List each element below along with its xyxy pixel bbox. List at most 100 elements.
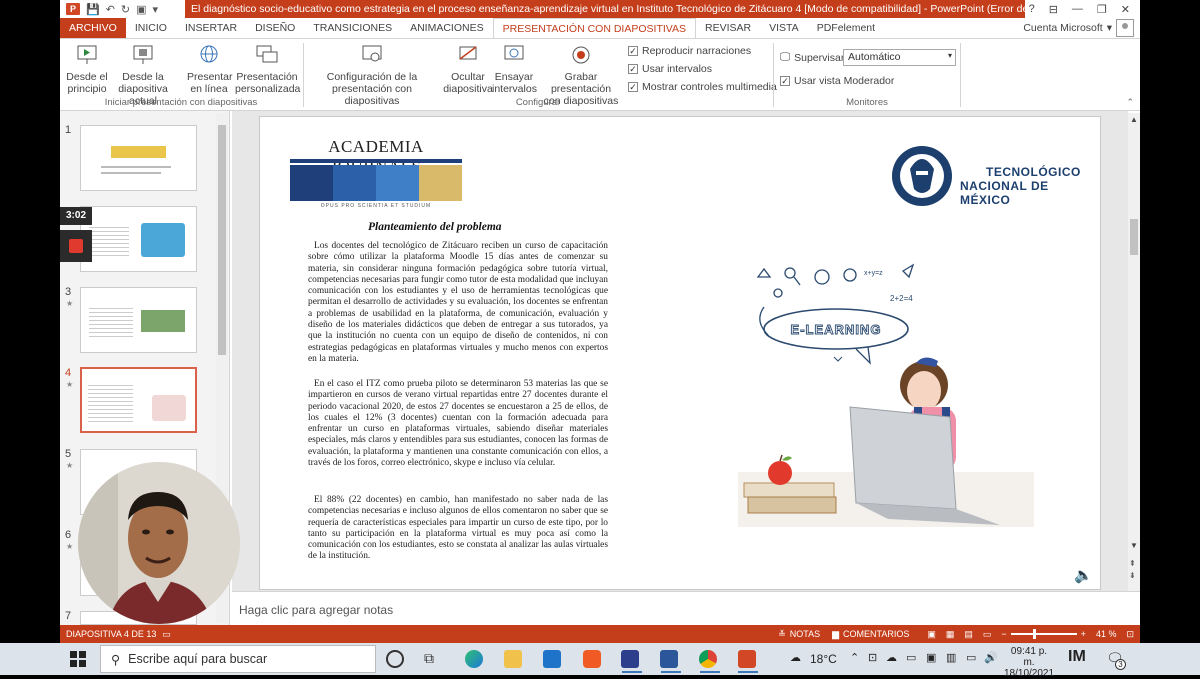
slideshow-current-icon — [131, 43, 155, 67]
zoom-level[interactable]: 41 % — [1096, 629, 1117, 639]
windows-start-icon[interactable] — [70, 651, 86, 667]
tab-revisar[interactable]: REVISAR — [696, 18, 760, 38]
tab-inicio[interactable]: INICIO — [126, 18, 176, 38]
tab-archivo[interactable]: ARCHIVO — [60, 18, 126, 38]
tab-transiciones[interactable]: TRANSICIONES — [304, 18, 401, 38]
battery-icon[interactable]: ▭ — [906, 651, 916, 664]
slide-thumbnail[interactable] — [80, 125, 197, 191]
cortana-icon[interactable] — [386, 650, 404, 668]
weather-icon[interactable]: ☁ — [790, 651, 801, 664]
zoom-in-icon[interactable]: + — [1081, 629, 1086, 639]
chrome-icon[interactable] — [699, 650, 717, 668]
hide-slide-button[interactable]: Ocultar diapositiva — [443, 43, 493, 95]
thumb-number: 4 — [65, 367, 72, 379]
window-title: El diagnóstico socio-educativo como estr… — [185, 0, 1025, 18]
tab-diseno[interactable]: DISEÑO — [246, 18, 304, 38]
group-label-monitors: Monitores — [846, 97, 888, 108]
onedrive-icon[interactable]: ☁ — [886, 651, 897, 664]
save-icon[interactable]: 💾 — [86, 3, 100, 16]
network-icon[interactable]: ▥ — [946, 651, 956, 664]
from-start-button[interactable]: Desde el principio — [62, 43, 112, 95]
zoom-slider[interactable] — [1010, 629, 1077, 639]
minimize-button[interactable]: — — [1072, 3, 1083, 16]
use-timings-checkbox[interactable]: ✓ Usar intervalos — [628, 63, 712, 75]
ime-icon[interactable]: IM — [1068, 648, 1086, 666]
account-label[interactable]: Cuenta Microsoft — [1023, 22, 1102, 34]
brave-icon[interactable] — [583, 650, 601, 668]
powerpoint-taskbar-icon[interactable] — [738, 650, 756, 668]
stop-icon — [69, 239, 83, 253]
slideshow-view-icon[interactable]: ▭ — [983, 629, 992, 640]
temperature[interactable]: 18°C — [810, 652, 837, 666]
tray-app-icon[interactable]: ⊡ — [868, 651, 877, 664]
taskbar-clock[interactable]: 09:41 p. m. 18/10/2021 — [1004, 646, 1054, 679]
ribbon-display-options-button[interactable]: ⊟ — [1049, 3, 1058, 16]
account-chevron-icon: ▾ — [1106, 22, 1112, 34]
task-view-icon[interactable]: ⧉ — [424, 650, 442, 668]
tray-chevron-icon[interactable]: ⌃ — [850, 651, 859, 664]
zoom-out-icon[interactable]: − — [1001, 629, 1006, 639]
show-media-controls-checkbox[interactable]: ✓ Mostrar controles multimedia — [628, 81, 777, 93]
tab-animaciones[interactable]: ANIMACIONES — [401, 18, 493, 38]
slide-heading: Planteamiento del problema — [368, 221, 502, 233]
rehearse-timings-button[interactable]: Ensayar intervalos — [492, 43, 537, 95]
meet-now-icon[interactable]: ▣ — [926, 651, 936, 664]
speaker-icon[interactable]: 🔈 — [1074, 566, 1093, 584]
redo-icon[interactable]: ↻ — [121, 3, 130, 16]
animation-star-icon: ★ — [66, 380, 74, 389]
present-online-button[interactable]: Presentar en línea — [187, 43, 233, 95]
scroll-up-icon[interactable]: ▲ — [1130, 115, 1138, 124]
taskbar-search-input[interactable]: ⚲ Escribe aquí para buscar — [100, 645, 376, 673]
fit-slide-icon[interactable]: ⊡ — [1126, 629, 1134, 640]
scroll-down-icon[interactable]: ▼ — [1130, 541, 1138, 550]
custom-show-button[interactable]: Presentación personalizada — [235, 43, 300, 95]
notes-toggle[interactable]: NOTAS — [790, 629, 820, 639]
tab-pdfelement[interactable]: PDFelement — [808, 18, 884, 38]
slide-sorter-icon[interactable]: ▦ — [946, 629, 955, 640]
presenter-view-checkbox[interactable]: ✓ Usar vista Moderador — [780, 75, 894, 87]
restore-button[interactable]: ❐ — [1097, 3, 1107, 16]
paragraph-3: El 88% (22 docentes) en cambio, han mani… — [308, 495, 608, 562]
screen-recorder-app-icon[interactable] — [621, 650, 639, 668]
slide[interactable]: ACADEMIA JOURNALS OPUS PRO SCIENTIA ET S… — [259, 116, 1101, 590]
collapse-ribbon-icon[interactable]: ⌃ — [1126, 97, 1134, 108]
close-button[interactable]: ✕ — [1121, 3, 1130, 16]
svg-text:2+2=4: 2+2=4 — [890, 294, 913, 303]
file-explorer-icon[interactable] — [504, 650, 522, 668]
thumb-number: 7 — [65, 610, 72, 622]
mail-icon[interactable] — [543, 650, 561, 668]
help-button[interactable]: ? — [1029, 3, 1035, 16]
account-area[interactable]: Cuenta Microsoft ▾ — [1023, 18, 1140, 38]
monitor-select[interactable]: Automático ▾ — [843, 49, 956, 66]
ribbon: Desde el principio Desde la diapositiva … — [60, 38, 1140, 111]
checkbox-checked-icon: ✓ — [628, 82, 638, 92]
notes-icon[interactable]: ≚ — [778, 629, 786, 640]
stop-recording-button[interactable] — [60, 230, 92, 262]
comments-toggle[interactable]: COMENTARIOS — [843, 629, 909, 639]
rehearse-icon — [502, 43, 526, 67]
slide-thumbnail[interactable] — [80, 206, 197, 272]
slide-thumbnail-selected[interactable] — [80, 367, 197, 433]
edge-icon[interactable] — [465, 650, 483, 668]
spell-check-icon[interactable]: ▭ — [162, 629, 171, 640]
normal-view-icon[interactable]: ▣ — [927, 629, 936, 640]
undo-icon[interactable]: ↶ — [106, 3, 115, 16]
notes-pane[interactable]: Haga clic para agregar notas — [232, 591, 1140, 625]
tab-insertar[interactable]: INSERTAR — [176, 18, 246, 38]
avatar[interactable] — [1116, 19, 1134, 37]
comments-icon[interactable]: ▆ — [832, 629, 839, 640]
title-bar: P 💾 ↶ ↻ ▣ ▾ El diagnóstico socio-educati… — [60, 0, 1140, 18]
volume-icon[interactable]: 🔊 — [984, 651, 998, 664]
tab-presentacion[interactable]: PRESENTACIÓN CON DIAPOSITIVAS — [492, 18, 697, 38]
display-icon[interactable]: ▭ — [966, 651, 976, 664]
customize-qat-icon[interactable]: ▾ — [153, 3, 159, 16]
play-narrations-checkbox[interactable]: ✓ Reproducir narraciones — [628, 45, 751, 57]
reading-view-icon[interactable]: ▤ — [964, 629, 973, 640]
next-slide-icon[interactable]: ⇟ — [1129, 571, 1136, 580]
start-slideshow-icon[interactable]: ▣ — [136, 3, 146, 16]
prev-slide-icon[interactable]: ⇞ — [1129, 559, 1136, 568]
tab-vista[interactable]: VISTA — [760, 18, 808, 38]
slide-thumbnail[interactable] — [80, 287, 197, 353]
slide-scrollbar[interactable]: ▲ ▼ ⇞ ⇟ — [1128, 113, 1140, 593]
word-icon[interactable] — [660, 650, 678, 668]
